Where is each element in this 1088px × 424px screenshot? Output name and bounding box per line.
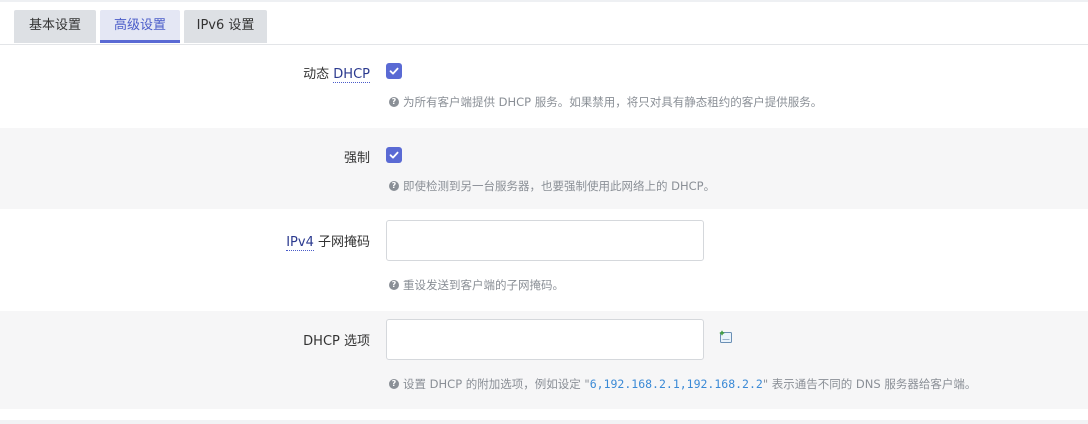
- row-dhcp-options: DHCP 选项 ? 设置 DHCP 的附加选项，例如设定 " 6,192.168.…: [0, 311, 1088, 409]
- row-ipv4-netmask: IPv4 子网掩码 ? 重设发送到客户端的子网掩码。: [0, 209, 1088, 311]
- row-force: 强制 ? 即使检测到另一台服务器，也要强制使用此网络上的 DHCP。: [0, 128, 1088, 209]
- tab-advanced-settings[interactable]: 高级设置: [100, 10, 180, 43]
- question-circle-icon: ?: [389, 280, 399, 290]
- dhcp-options-label: DHCP 选项: [303, 334, 370, 349]
- tab-basic-settings[interactable]: 基本设置: [14, 10, 96, 43]
- force-help: ? 即使检测到另一台服务器，也要强制使用此网络上的 DHCP。: [389, 178, 715, 194]
- dynamic-dhcp-help: ? 为所有客户端提供 DHCP 服务。如果禁用，将只对具有静态租约的客户提供服务…: [389, 94, 822, 110]
- force-help-text: 即使检测到另一台服务器，也要强制使用此网络上的 DHCP。: [403, 179, 716, 193]
- dynamic-dhcp-help-text: 为所有客户端提供 DHCP 服务。如果禁用，将只对具有静态租约的客户提供服务。: [403, 95, 823, 109]
- ipv4-netmask-label: IPv4 子网掩码: [286, 235, 370, 251]
- dhcp-options-example-code: 6,192.168.2.1,192.168.2.2: [589, 377, 763, 391]
- dynamic-dhcp-checkbox[interactable]: [386, 63, 402, 79]
- ipv4-netmask-help-text: 重设发送到客户端的子网掩码。: [403, 278, 564, 292]
- dhcp-options-input[interactable]: [386, 319, 704, 360]
- question-circle-icon: ?: [389, 181, 399, 191]
- check-icon: [389, 67, 399, 75]
- add-option-icon[interactable]: [719, 330, 733, 344]
- check-icon: [389, 151, 399, 159]
- tab-ipv6-settings[interactable]: IPv6 设置: [184, 10, 267, 43]
- question-circle-icon: ?: [389, 97, 399, 107]
- dhcp-options-help-before: 设置 DHCP 的附加选项，例如设定 ": [403, 377, 590, 391]
- question-circle-icon: ?: [389, 379, 399, 389]
- ipv4-netmask-help: ? 重设发送到客户端的子网掩码。: [389, 277, 564, 293]
- row-dynamic-dhcp: 动态 DHCP ? 为所有客户端提供 DHCP 服务。如果禁用，将只对具有静态租…: [0, 45, 1088, 128]
- force-label: 强制: [343, 151, 370, 166]
- tab-bar: 基本设置 高级设置 IPv6 设置: [0, 10, 1088, 45]
- dhcp-options-help: ? 设置 DHCP 的附加选项，例如设定 " 6,192.168.2.1,192.…: [389, 376, 976, 392]
- force-checkbox[interactable]: [386, 147, 402, 163]
- dhcp-abbr: DHCP: [333, 67, 370, 83]
- dhcp-options-help-after: " 表示通告不同的 DNS 服务器给客户端。: [762, 377, 977, 391]
- ipv4-abbr: IPv4: [286, 235, 314, 251]
- bottom-divider: [0, 420, 1088, 424]
- ipv4-netmask-input[interactable]: [386, 220, 704, 261]
- dynamic-dhcp-label: 动态 DHCP: [303, 67, 370, 83]
- top-divider: [0, 0, 1088, 2]
